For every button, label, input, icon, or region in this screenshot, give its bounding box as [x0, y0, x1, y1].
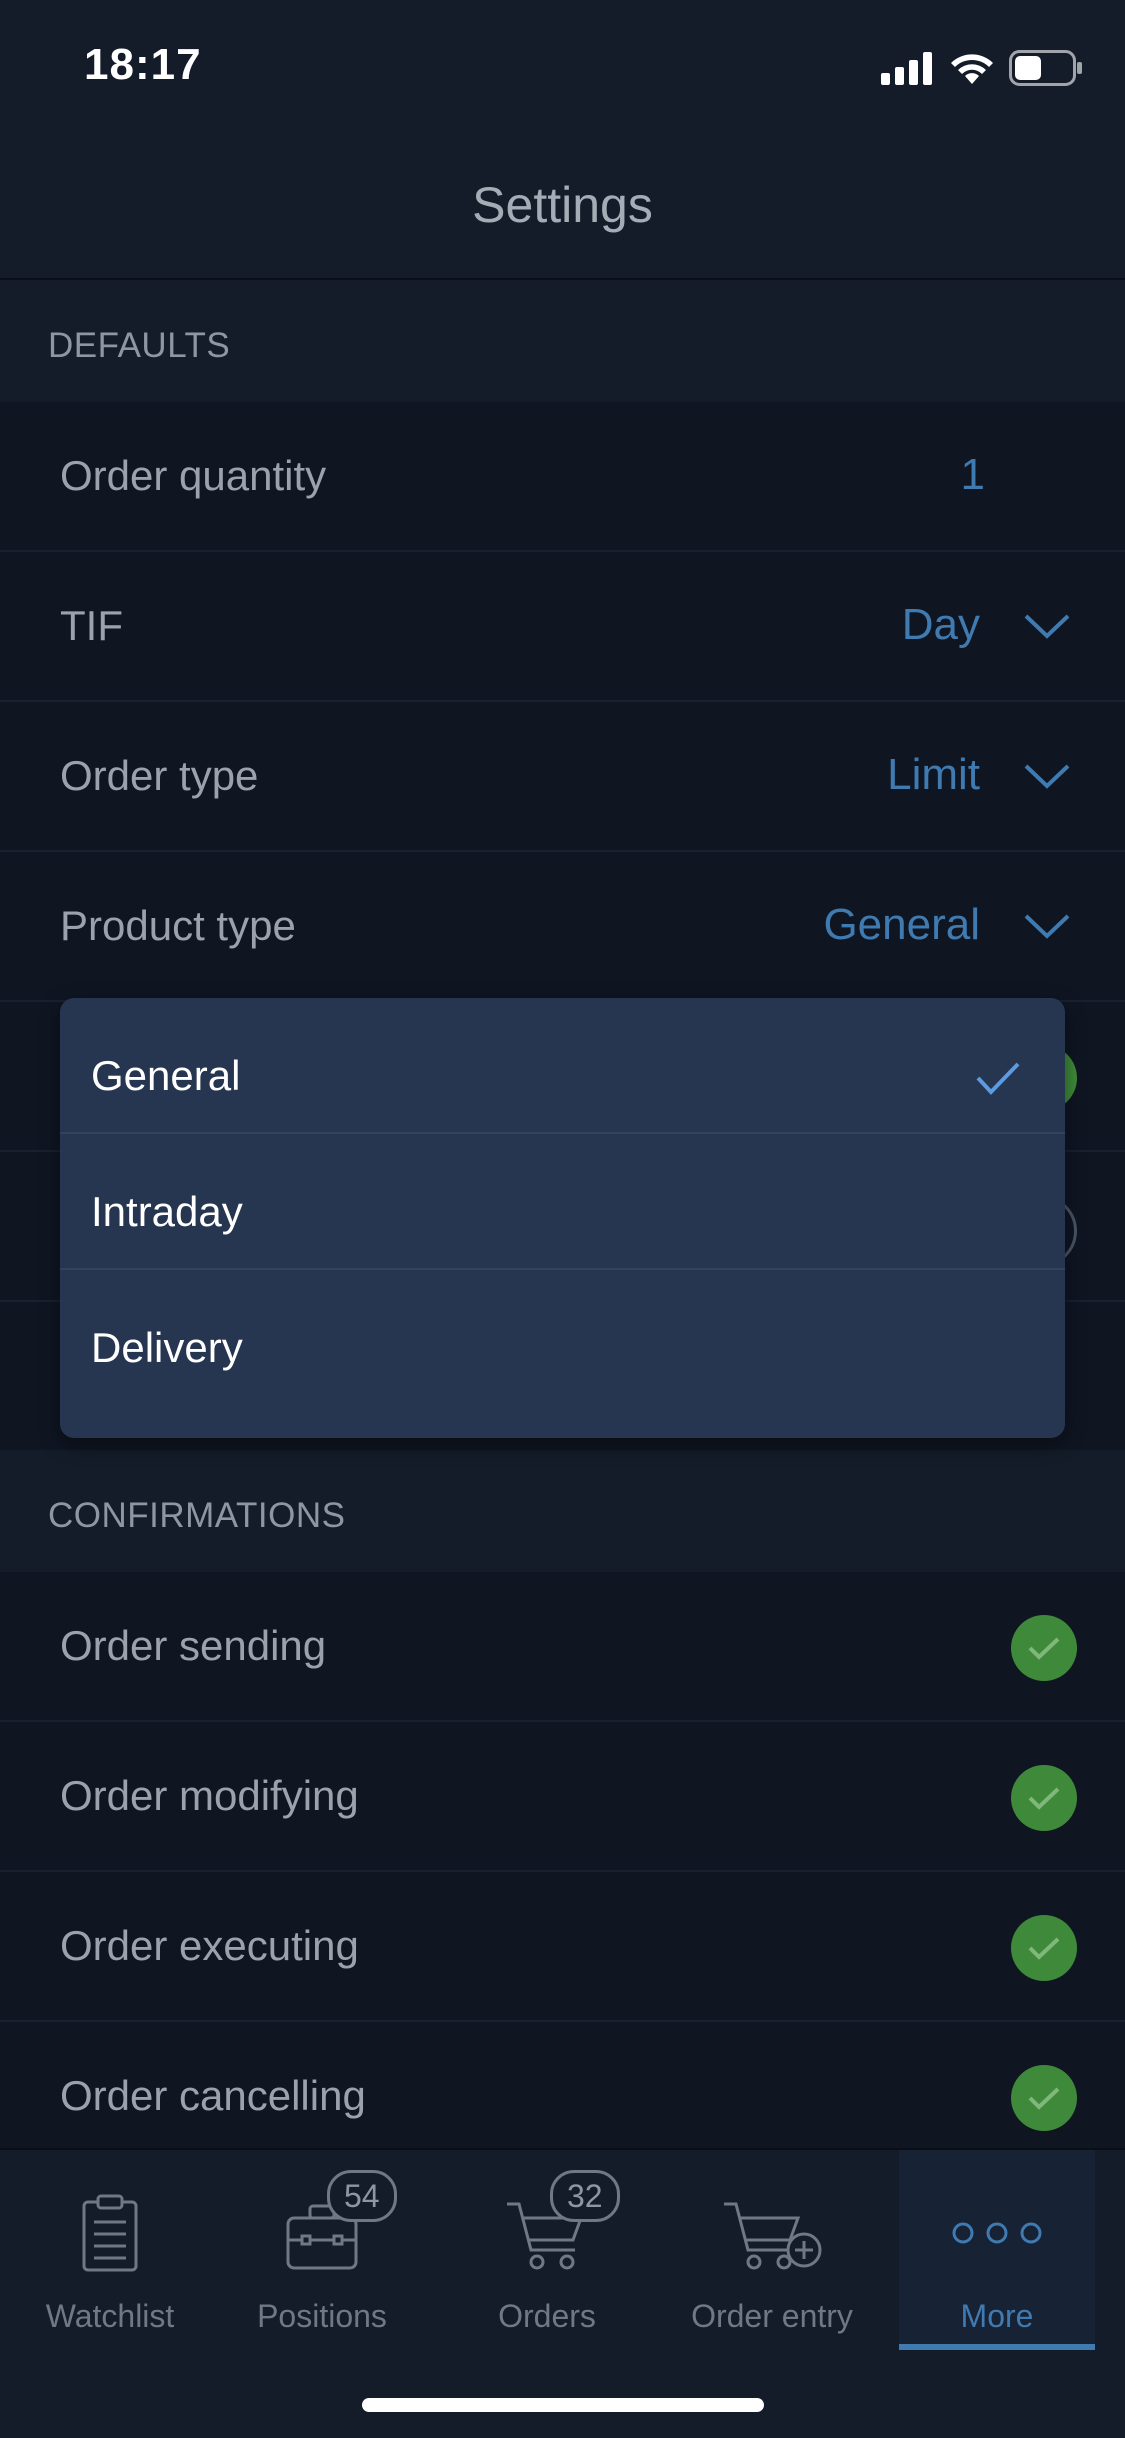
order-executing-row[interactable]: Order executing	[0, 1872, 1125, 2022]
battery-icon	[1009, 50, 1082, 86]
checkmark-icon	[976, 1062, 1020, 1095]
dropdown-option-general[interactable]: General	[60, 998, 1065, 1134]
check-icon[interactable]	[1011, 1765, 1077, 1831]
dropdown-option-delivery[interactable]: Delivery	[60, 1270, 1065, 1404]
dropdown-option-label: Intraday	[91, 1188, 243, 1235]
chevron-down-icon[interactable]	[1023, 912, 1071, 940]
section-header-confirmations: CONFIRMATIONS	[0, 1450, 1125, 1572]
product-type-value[interactable]: General	[823, 900, 980, 950]
clipboard-icon	[82, 2194, 138, 2272]
tif-row[interactable]: TIF Day	[0, 552, 1125, 702]
tif-label: TIF	[60, 602, 123, 649]
tab-order-entry[interactable]: Order entry	[662, 2150, 882, 2350]
order-quantity-value[interactable]: 1	[961, 450, 985, 500]
product-type-label: Product type	[60, 902, 296, 949]
status-icons	[881, 48, 1083, 88]
order-sending-row[interactable]: Order sending	[0, 1572, 1125, 1722]
order-type-value[interactable]: Limit	[887, 750, 980, 800]
more-icon	[952, 2222, 1042, 2244]
section-header-defaults: DEFAULTS	[0, 280, 1125, 402]
orders-badge: 32	[550, 2170, 620, 2222]
tab-bar: Watchlist 54 Positions 32 Orders Order e…	[0, 2148, 1125, 2438]
order-type-label: Order type	[60, 752, 259, 799]
check-icon[interactable]	[1011, 1915, 1077, 1981]
tab-label: Watchlist	[45, 2298, 175, 2334]
nav-bar: Settings	[0, 140, 1125, 281]
page-title: Settings	[472, 177, 653, 233]
tab-label: More	[960, 2298, 1034, 2334]
positions-badge: 54	[327, 2170, 397, 2222]
order-executing-label: Order executing	[60, 1922, 359, 1969]
section-header-label: DEFAULTS	[48, 326, 231, 365]
tif-value[interactable]: Day	[902, 600, 980, 650]
chevron-down-icon[interactable]	[1023, 612, 1071, 640]
dropdown-option-intraday[interactable]: Intraday	[60, 1134, 1065, 1270]
product-type-row[interactable]: Product type General	[0, 852, 1125, 1002]
status-time: 18:17	[84, 40, 202, 89]
order-cancelling-label: Order cancelling	[60, 2072, 366, 2119]
wifi-icon	[951, 54, 993, 84]
tab-label: Positions	[257, 2298, 387, 2334]
check-icon[interactable]	[1011, 1615, 1077, 1681]
check-icon[interactable]	[1011, 2065, 1077, 2131]
tab-orders[interactable]: 32 Orders	[437, 2150, 657, 2350]
dropdown-option-label: Delivery	[91, 1324, 243, 1371]
section-header-label: CONFIRMATIONS	[48, 1496, 346, 1535]
order-quantity-row[interactable]: Order quantity 1	[0, 402, 1125, 552]
order-modifying-row[interactable]: Order modifying	[0, 1722, 1125, 1872]
order-sending-label: Order sending	[60, 1622, 327, 1669]
tab-positions[interactable]: 54 Positions	[212, 2150, 432, 2350]
tab-more[interactable]: More	[899, 2150, 1095, 2350]
home-indicator[interactable]	[362, 2398, 764, 2412]
cart-add-icon	[724, 2202, 822, 2270]
dropdown-option-label: General	[91, 1052, 241, 1099]
tab-watchlist[interactable]: Watchlist	[0, 2150, 220, 2350]
tab-label: Orders	[498, 2298, 596, 2334]
status-bar: 18:17	[0, 0, 1125, 140]
active-tab-indicator	[899, 2344, 1095, 2350]
signal-icon	[881, 52, 932, 85]
chevron-down-icon[interactable]	[1023, 762, 1071, 790]
product-type-dropdown: General Intraday Delivery	[60, 998, 1065, 1438]
tab-label: Order entry	[691, 2298, 853, 2334]
order-modifying-label: Order modifying	[60, 1772, 359, 1819]
order-quantity-label: Order quantity	[60, 452, 327, 499]
order-type-row[interactable]: Order type Limit	[0, 702, 1125, 852]
